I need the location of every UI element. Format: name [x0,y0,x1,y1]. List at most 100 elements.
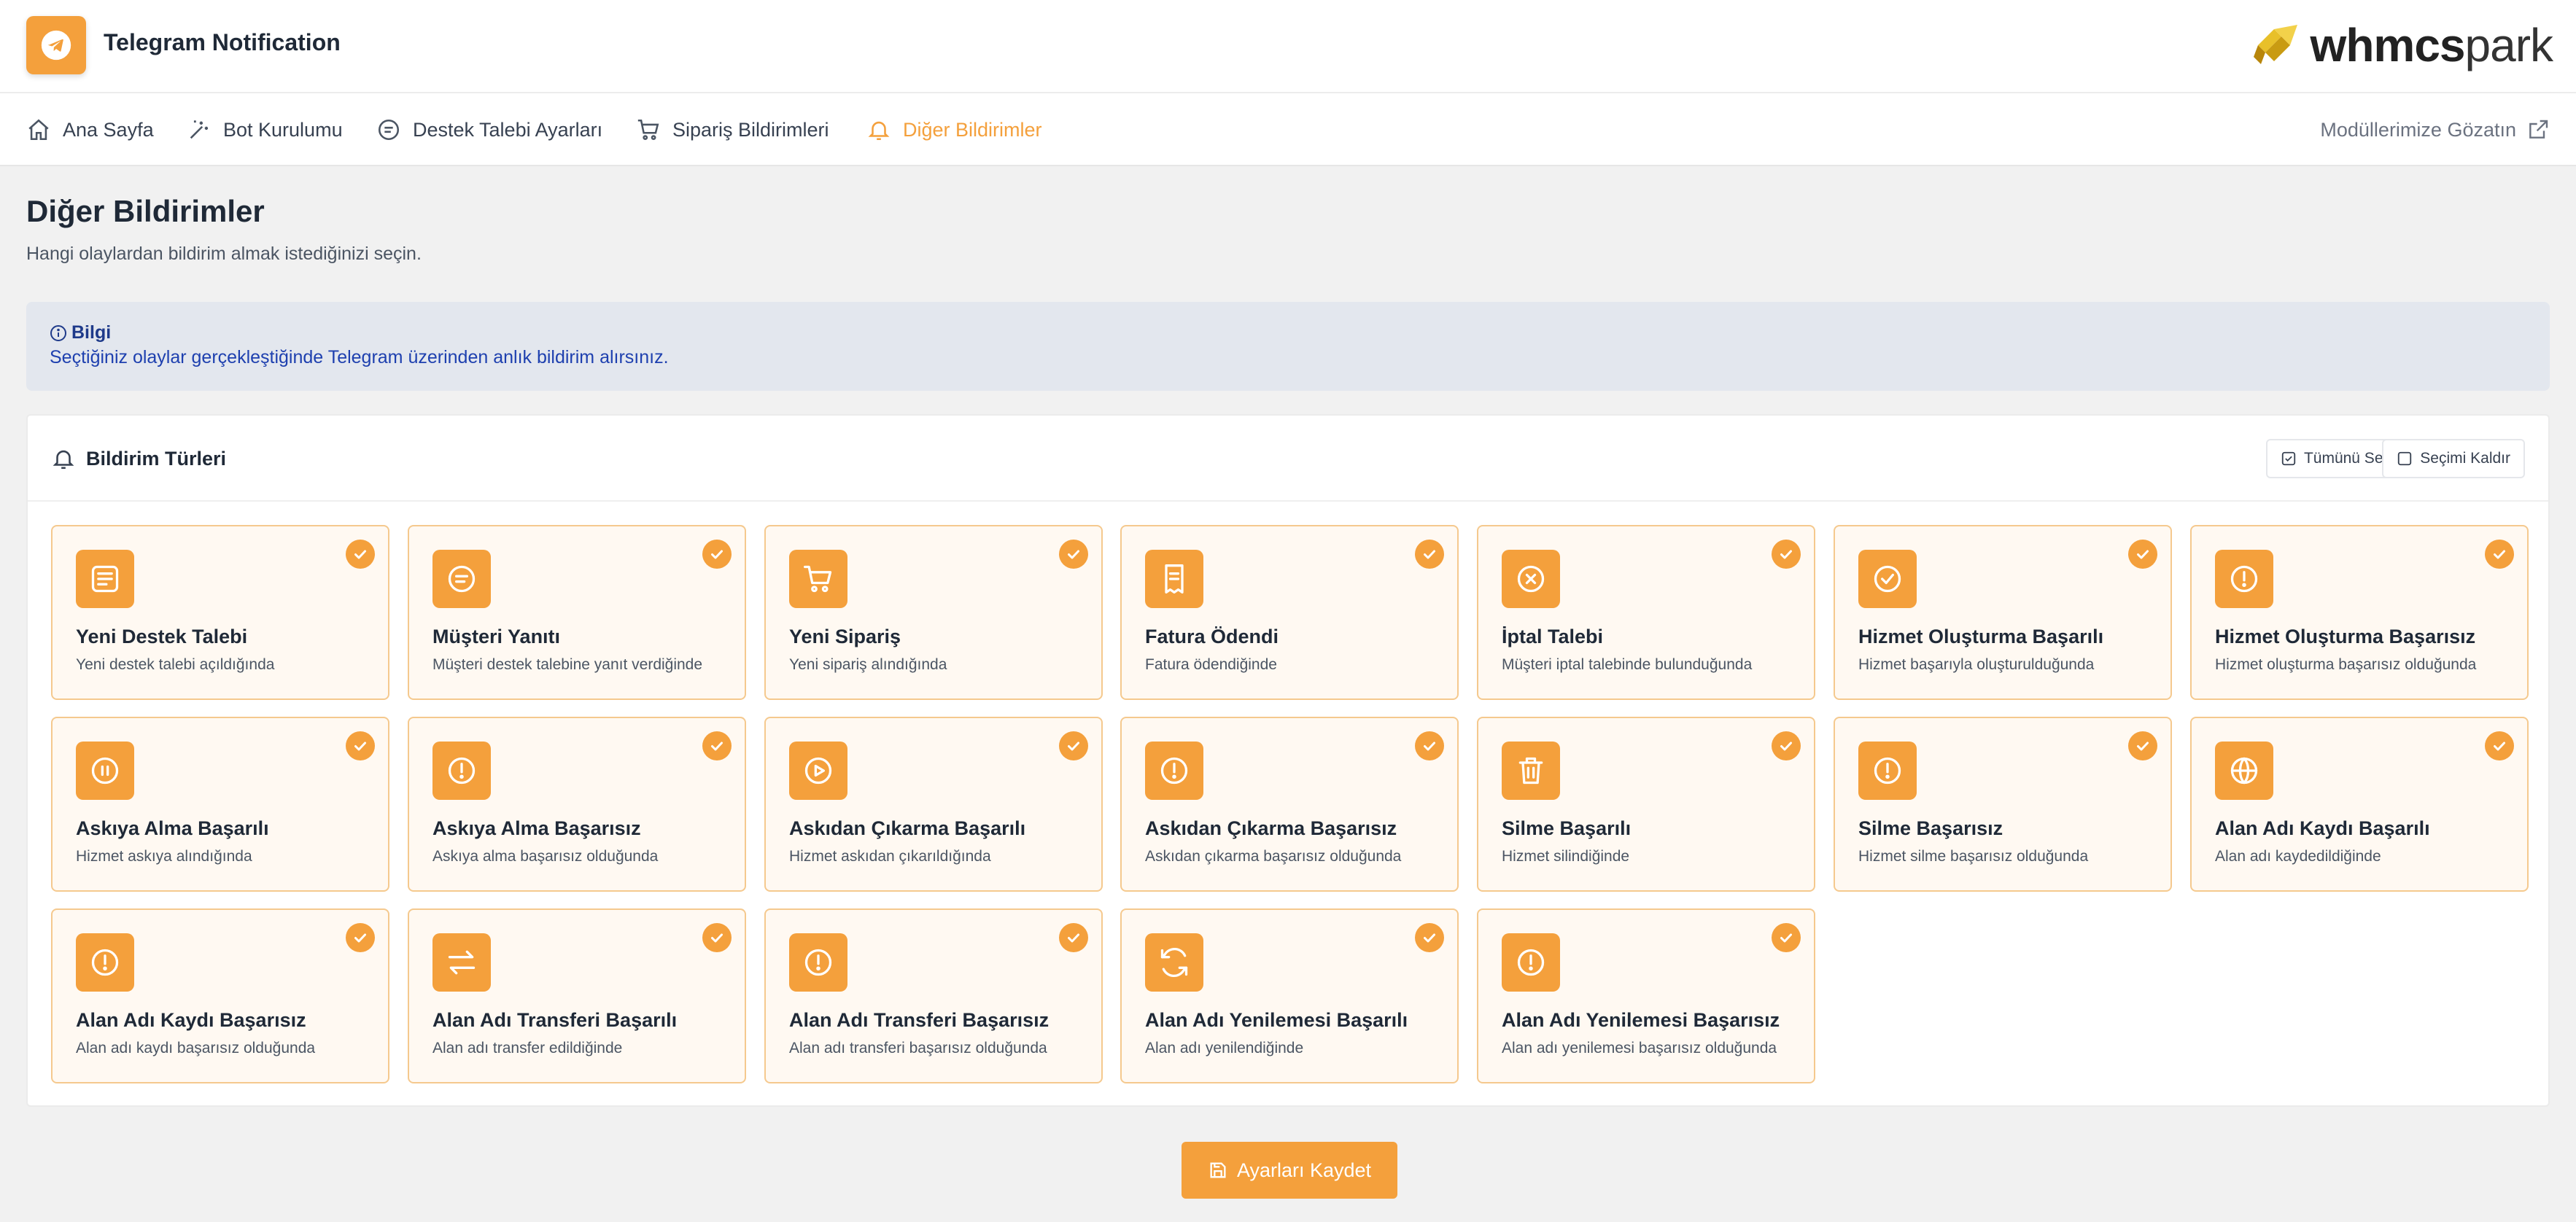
page-title: Diğer Bildirimler [26,194,265,228]
telegram-icon[interactable] [26,16,86,74]
checkmark-icon[interactable] [2128,540,2157,569]
notification-card-description: Hizmet silme başarısız olduğunda [1858,848,2089,865]
notification-card-description: Alan adı yenilendiğinde [1145,1040,1304,1056]
notification-card-description: Askıdan çıkarma başarısız olduğunda [1145,848,1402,865]
notification-card[interactable]: Alan Adı Transferi Başarılı Alan adı tran… [408,908,746,1083]
notification-card[interactable]: Hizmet Oluşturma Başarısız Hizmet oluştur… [2190,525,2529,700]
notification-card-title: İptal Talebi [1502,626,1604,647]
info-icon [50,324,66,341]
notification-card-title: Hizmet Oluşturma Başarısız [2215,626,2476,647]
checkmark-icon[interactable] [1772,540,1801,569]
checkmark-icon[interactable] [2485,731,2514,760]
notification-card[interactable]: Yeni Destek Talebi Yeni destek talebi açı… [51,525,389,700]
notification-card-title: Askıdan Çıkarma Başarılı [789,817,1026,839]
nav-item-bot-setup[interactable]: Bot Kurulumu [187,93,343,166]
notification-card-title: Hizmet Oluşturma Başarılı [1858,626,2104,647]
invoice-icon [1145,550,1203,608]
checkmark-icon[interactable] [702,540,732,569]
panel-header: Bildirim Türleri Tümünü Seç Seçimi Kaldı… [28,416,2548,502]
checkmark-icon[interactable] [2485,540,2514,569]
notification-card[interactable]: Alan Adı Kaydı Başarılı Alan adı kaydedil… [2190,717,2529,892]
home-icon [28,119,49,141]
notification-card[interactable]: Alan Adı Transferi Başarısız Alan adı tra… [764,908,1103,1083]
whmcspark-logo[interactable]: whmcspark [2252,17,2553,73]
notification-card[interactable]: Müşteri Yanıtı Müşteri destek talebine ya… [408,525,746,700]
nav-item-ticket-settings[interactable]: Destek Talebi Ayarları [376,93,602,166]
notification-card[interactable]: İptal Talebi Müşteri iptal talebinde bulu… [1477,525,1815,700]
checkmark-icon[interactable] [702,731,732,760]
bell-icon [53,450,74,470]
message-icon [76,550,134,608]
checkmark-icon[interactable] [346,540,375,569]
clear-selection-button[interactable]: Seçimi Kaldır [2382,439,2525,478]
info-title-text: Bilgi [71,322,112,343]
notification-card-description: Alan adı kaydı başarısız olduğunda [76,1040,316,1056]
panel-title-text: Bildirim Türleri [86,447,227,470]
save-settings-button[interactable]: Ayarları Kaydet [1182,1142,1397,1199]
notification-card[interactable]: Fatura Ödendi Fatura ödendiğinde [1120,525,1459,700]
checkmark-icon[interactable] [1059,540,1088,569]
notification-card-description: Askıya alma başarısız olduğunda [432,848,659,865]
notification-card-description: Yeni sipariş alındığında [789,656,947,673]
cart-icon [789,550,847,608]
cart-icon [637,119,659,141]
checkmark-icon[interactable] [1415,923,1444,952]
checkmark-icon[interactable] [1772,923,1801,952]
notification-types-panel: Bildirim Türleri Tümünü Seç Seçimi Kaldı… [26,414,2550,1107]
notification-card-description: Alan adı kaydedildiğinde [2215,848,2381,865]
notification-card[interactable]: Silme Başarısız Hizmet silme başarısız ol… [1834,717,2172,892]
notification-card-description: Hizmet askıya alındığında [76,848,252,865]
notification-cards-grid: Yeni Destek Talebi Yeni destek talebi açı… [51,525,2529,1086]
notification-card-description: Hizmet askıdan çıkarıldığında [789,848,991,865]
alert-circle-icon [432,742,491,800]
notification-card[interactable]: Yeni Sipariş Yeni sipariş alındığında [764,525,1103,700]
notification-card-description: Alan adı yenilemesi başarısız olduğunda [1502,1040,1777,1056]
checkmark-icon[interactable] [346,731,375,760]
checkmark-icon[interactable] [1059,923,1088,952]
info-text: Seçtiğiniz olaylar gerçekleştiğinde Tele… [50,347,669,367]
checkmark-icon[interactable] [346,923,375,952]
notification-card[interactable]: Silme Başarılı Hizmet silindiğinde [1477,717,1815,892]
nav-item-other-notifications[interactable]: Diğer Bildirimler [866,93,1042,166]
notification-card-title: Alan Adı Yenilemesi Başarısız [1502,1009,1780,1031]
notification-card[interactable]: Askıya Alma Başarısız Askıya alma başarıs… [408,717,746,892]
notification-card-title: Alan Adı Transferi Başarılı [432,1009,678,1031]
notification-card[interactable]: Alan Adı Yenilemesi Başarılı Alan adı yen… [1120,908,1459,1083]
notification-card[interactable]: Alan Adı Kaydı Başarısız Alan adı kaydı b… [51,908,389,1083]
clear-selection-label: Seçimi Kaldır [2420,450,2510,467]
alert-circle-icon [1502,933,1560,992]
notification-card[interactable]: Askıya Alma Başarılı Hizmet askıya alındı… [51,717,389,892]
checkmark-icon[interactable] [1772,731,1801,760]
notification-card-title: Askıya Alma Başarısız [432,817,641,839]
checkmark-icon[interactable] [1415,731,1444,760]
notification-card-title: Alan Adı Yenilemesi Başarılı [1145,1009,1408,1031]
select-all-label: Tümünü Seç [2303,450,2391,467]
globe-icon [2215,742,2273,800]
refresh-icon [1145,933,1203,992]
checkmark-icon[interactable] [1059,731,1088,760]
nav-item-order-notifications[interactable]: Sipariş Bildirimleri [636,93,829,166]
check-circle-icon [1858,550,1917,608]
checkmark-icon[interactable] [2128,731,2157,760]
notification-card-description: Hizmet silindiğinde [1502,848,1630,865]
nav-item-label: Ana Sayfa [63,118,154,141]
checkbox-checked-icon [2281,451,2296,466]
notification-card-title: Askıdan Çıkarma Başarısız [1145,817,1397,839]
notification-card-title: Silme Başarılı [1502,817,1632,839]
checkmark-icon[interactable] [702,923,732,952]
play-circle-icon [789,742,847,800]
checkmark-icon[interactable] [1415,540,1444,569]
notification-card-title: Fatura Ödendi [1145,626,1279,647]
transfer-icon [432,933,491,992]
logo-mark-icon [2253,25,2297,64]
notification-card[interactable]: Askıdan Çıkarma Başarılı Hizmet askıdan ç… [764,717,1103,892]
notification-card[interactable]: Hizmet Oluşturma Başarılı Hizmet başarıyl… [1834,525,2172,700]
nav-item-label: Diğer Bildirimler [903,118,1042,141]
notification-card[interactable]: Askıdan Çıkarma Başarısız Askıdan çıkarma… [1120,717,1459,892]
notification-card[interactable]: Alan Adı Yenilemesi Başarısız Alan adı ye… [1477,908,1815,1083]
notification-card-title: Müşteri Yanıtı [432,626,561,647]
browse-modules-link[interactable]: Modüllerimize Gözatın [2320,93,2550,166]
nav-item-home[interactable]: Ana Sayfa [26,93,154,166]
save-settings-label: Ayarları Kaydet [1236,1159,1372,1181]
alert-circle-icon [789,933,847,992]
